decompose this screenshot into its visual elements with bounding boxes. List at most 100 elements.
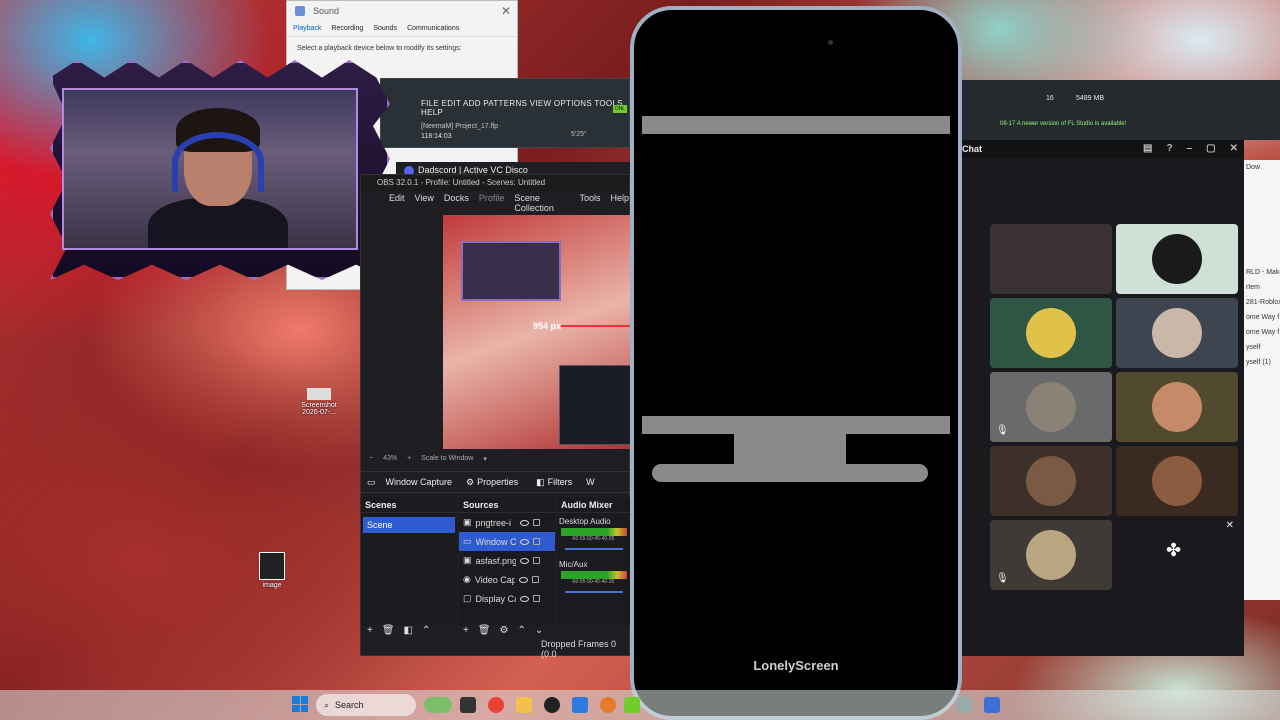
menu-docks[interactable]: Docks xyxy=(444,193,469,209)
trash-icon[interactable]: 🗑 xyxy=(478,625,491,636)
app-icon[interactable] xyxy=(956,697,972,713)
edge-item[interactable]: ome Way f xyxy=(1244,310,1280,325)
fl-menu[interactable]: FILE EDIT ADD PATTERNS VIEW OPTIONS TOOL… xyxy=(421,99,629,117)
tab-playback[interactable]: Playback xyxy=(293,25,321,32)
chevron-down-icon[interactable]: ▾ xyxy=(483,455,487,463)
lock-icon[interactable] xyxy=(532,519,540,526)
loading-bar xyxy=(642,116,950,134)
loading-block xyxy=(734,434,846,464)
screenshot-file-icon xyxy=(307,388,331,400)
tab-communications[interactable]: Communications xyxy=(407,25,459,32)
widget-icon[interactable] xyxy=(424,697,452,713)
lock-icon[interactable] xyxy=(532,595,540,602)
volume-slider[interactable] xyxy=(565,548,623,550)
filters-button[interactable]: ◧ Filters xyxy=(532,475,576,490)
taskbar-search[interactable]: ⌕ Search xyxy=(316,694,416,716)
menu-edit[interactable]: Edit xyxy=(389,193,405,209)
edge-item[interactable]: ome Way f xyxy=(1244,325,1280,340)
close-icon[interactable]: ✕ xyxy=(1230,140,1238,158)
maximize-icon[interactable]: ▢ xyxy=(1206,140,1215,158)
desktop-icon-screenshot[interactable]: Screenshot 2026-07-... xyxy=(292,388,346,416)
close-icon[interactable]: ✕ xyxy=(501,1,511,21)
menu-tools[interactable]: Tools xyxy=(579,193,600,209)
source-row[interactable]: ▣ asfasf.png xyxy=(459,551,555,570)
lock-icon[interactable] xyxy=(532,538,540,545)
tab-sounds[interactable]: Sounds xyxy=(373,25,397,32)
up-icon[interactable]: ⌃ xyxy=(422,625,430,636)
lock-icon[interactable] xyxy=(531,576,539,583)
edge-item[interactable]: yself (1) xyxy=(1244,355,1280,370)
fl-news[interactable]: 08-17 A newer version of FL Studio is av… xyxy=(1000,120,1126,128)
edge-item[interactable]: rtem xyxy=(1244,280,1280,295)
source-row[interactable]: ◉ Video Cap xyxy=(459,570,555,589)
obs-window: OBS 32.0.1 - Profile: Untitled - Scenes:… xyxy=(360,174,631,659)
fl-studio-icon[interactable] xyxy=(624,697,640,713)
obs-icon[interactable] xyxy=(544,697,560,713)
scale-mode-dropdown[interactable]: Scale to Window xyxy=(421,455,473,463)
more-toolbar-label[interactable]: W xyxy=(586,477,595,487)
close-icon[interactable]: ✕ xyxy=(1226,520,1234,531)
participant-tile[interactable] xyxy=(1116,224,1238,294)
task-view-icon[interactable] xyxy=(460,697,476,713)
preview-size-label: 954 px xyxy=(533,321,562,331)
eye-icon[interactable] xyxy=(519,519,529,526)
menu-profile[interactable]: Profile xyxy=(479,193,505,209)
minimize-icon[interactable]: – xyxy=(1187,140,1193,158)
scene-item[interactable]: Scene xyxy=(363,517,455,533)
menu-view[interactable]: View xyxy=(415,193,434,209)
zoom-in-button[interactable]: + xyxy=(407,455,411,463)
window-capture-icon: ▭ xyxy=(367,476,376,487)
image-icon: ▣ xyxy=(463,555,472,565)
participant-tile[interactable]: 🎙 xyxy=(990,520,1112,590)
windows-start-icon[interactable] xyxy=(292,696,308,712)
eye-icon[interactable] xyxy=(518,576,528,583)
desktop-icon-image[interactable]: image xyxy=(252,552,292,589)
source-row[interactable]: ▢ Display Ca xyxy=(459,589,555,608)
help-icon[interactable]: ? xyxy=(1166,140,1172,158)
eye-icon[interactable] xyxy=(519,595,529,602)
participant-tile[interactable] xyxy=(990,298,1112,368)
eye-icon[interactable] xyxy=(519,557,529,564)
edge-item[interactable]: Dow xyxy=(1244,160,1280,175)
chrome-icon[interactable] xyxy=(488,697,504,713)
edge-item[interactable]: 281-Roblox xyxy=(1244,295,1280,310)
webcam-feed xyxy=(62,88,358,250)
edge-item[interactable]: RLD - Make xyxy=(1244,265,1280,280)
source-row[interactable]: ▭ Window C xyxy=(459,532,555,551)
volume-slider[interactable] xyxy=(565,591,623,593)
down-icon[interactable]: ⌄ xyxy=(535,625,543,636)
filter-icon[interactable]: ◧ xyxy=(404,625,413,636)
up-icon[interactable]: ⌃ xyxy=(518,625,526,636)
inbox-icon[interactable]: ▤ xyxy=(1143,140,1152,158)
participant-tile[interactable]: 🎙 xyxy=(990,372,1112,442)
add-icon[interactable]: + xyxy=(463,625,469,636)
source-row[interactable]: ▣ pngtree-i xyxy=(459,513,555,532)
activity-tile[interactable]: ✤ ✕ xyxy=(1116,520,1238,590)
participant-tile[interactable] xyxy=(990,224,1112,294)
menu-help[interactable]: Help xyxy=(610,193,629,209)
discord-call-window: Chat ▤? – ▢ ✕ 🎙 🎙 ✤ ✕ xyxy=(958,140,1244,656)
zoom-out-button[interactable]: − xyxy=(369,455,373,463)
properties-button[interactable]: ⚙ Properties xyxy=(462,475,522,490)
participant-tile[interactable] xyxy=(1116,446,1238,516)
add-icon[interactable]: + xyxy=(367,625,373,636)
file-explorer-icon[interactable] xyxy=(516,697,532,713)
participant-tile[interactable] xyxy=(990,446,1112,516)
lock-icon[interactable] xyxy=(532,557,540,564)
sources-header: Sources xyxy=(459,497,555,513)
app-icon[interactable] xyxy=(984,697,1000,713)
eye-icon[interactable] xyxy=(519,538,529,545)
app-icon[interactable] xyxy=(572,697,588,713)
participant-tile[interactable] xyxy=(1116,372,1238,442)
sound-description: Select a playback device below to modify… xyxy=(297,45,462,52)
selected-source-name: Window Capture xyxy=(385,477,453,487)
obs-preview[interactable]: 954 px xyxy=(443,215,631,449)
edge-item[interactable]: yself xyxy=(1244,340,1280,355)
tab-recording[interactable]: Recording xyxy=(331,25,363,32)
gear-icon[interactable]: ⚙ xyxy=(500,625,509,636)
participant-tile[interactable] xyxy=(1116,298,1238,368)
trash-icon[interactable]: 🗑 xyxy=(382,625,395,636)
menu-scene-collection[interactable]: Scene Collection xyxy=(514,193,569,213)
dropped-frames-status: Dropped Frames 0 (0.0 xyxy=(541,639,617,659)
app-icon[interactable] xyxy=(600,697,616,713)
